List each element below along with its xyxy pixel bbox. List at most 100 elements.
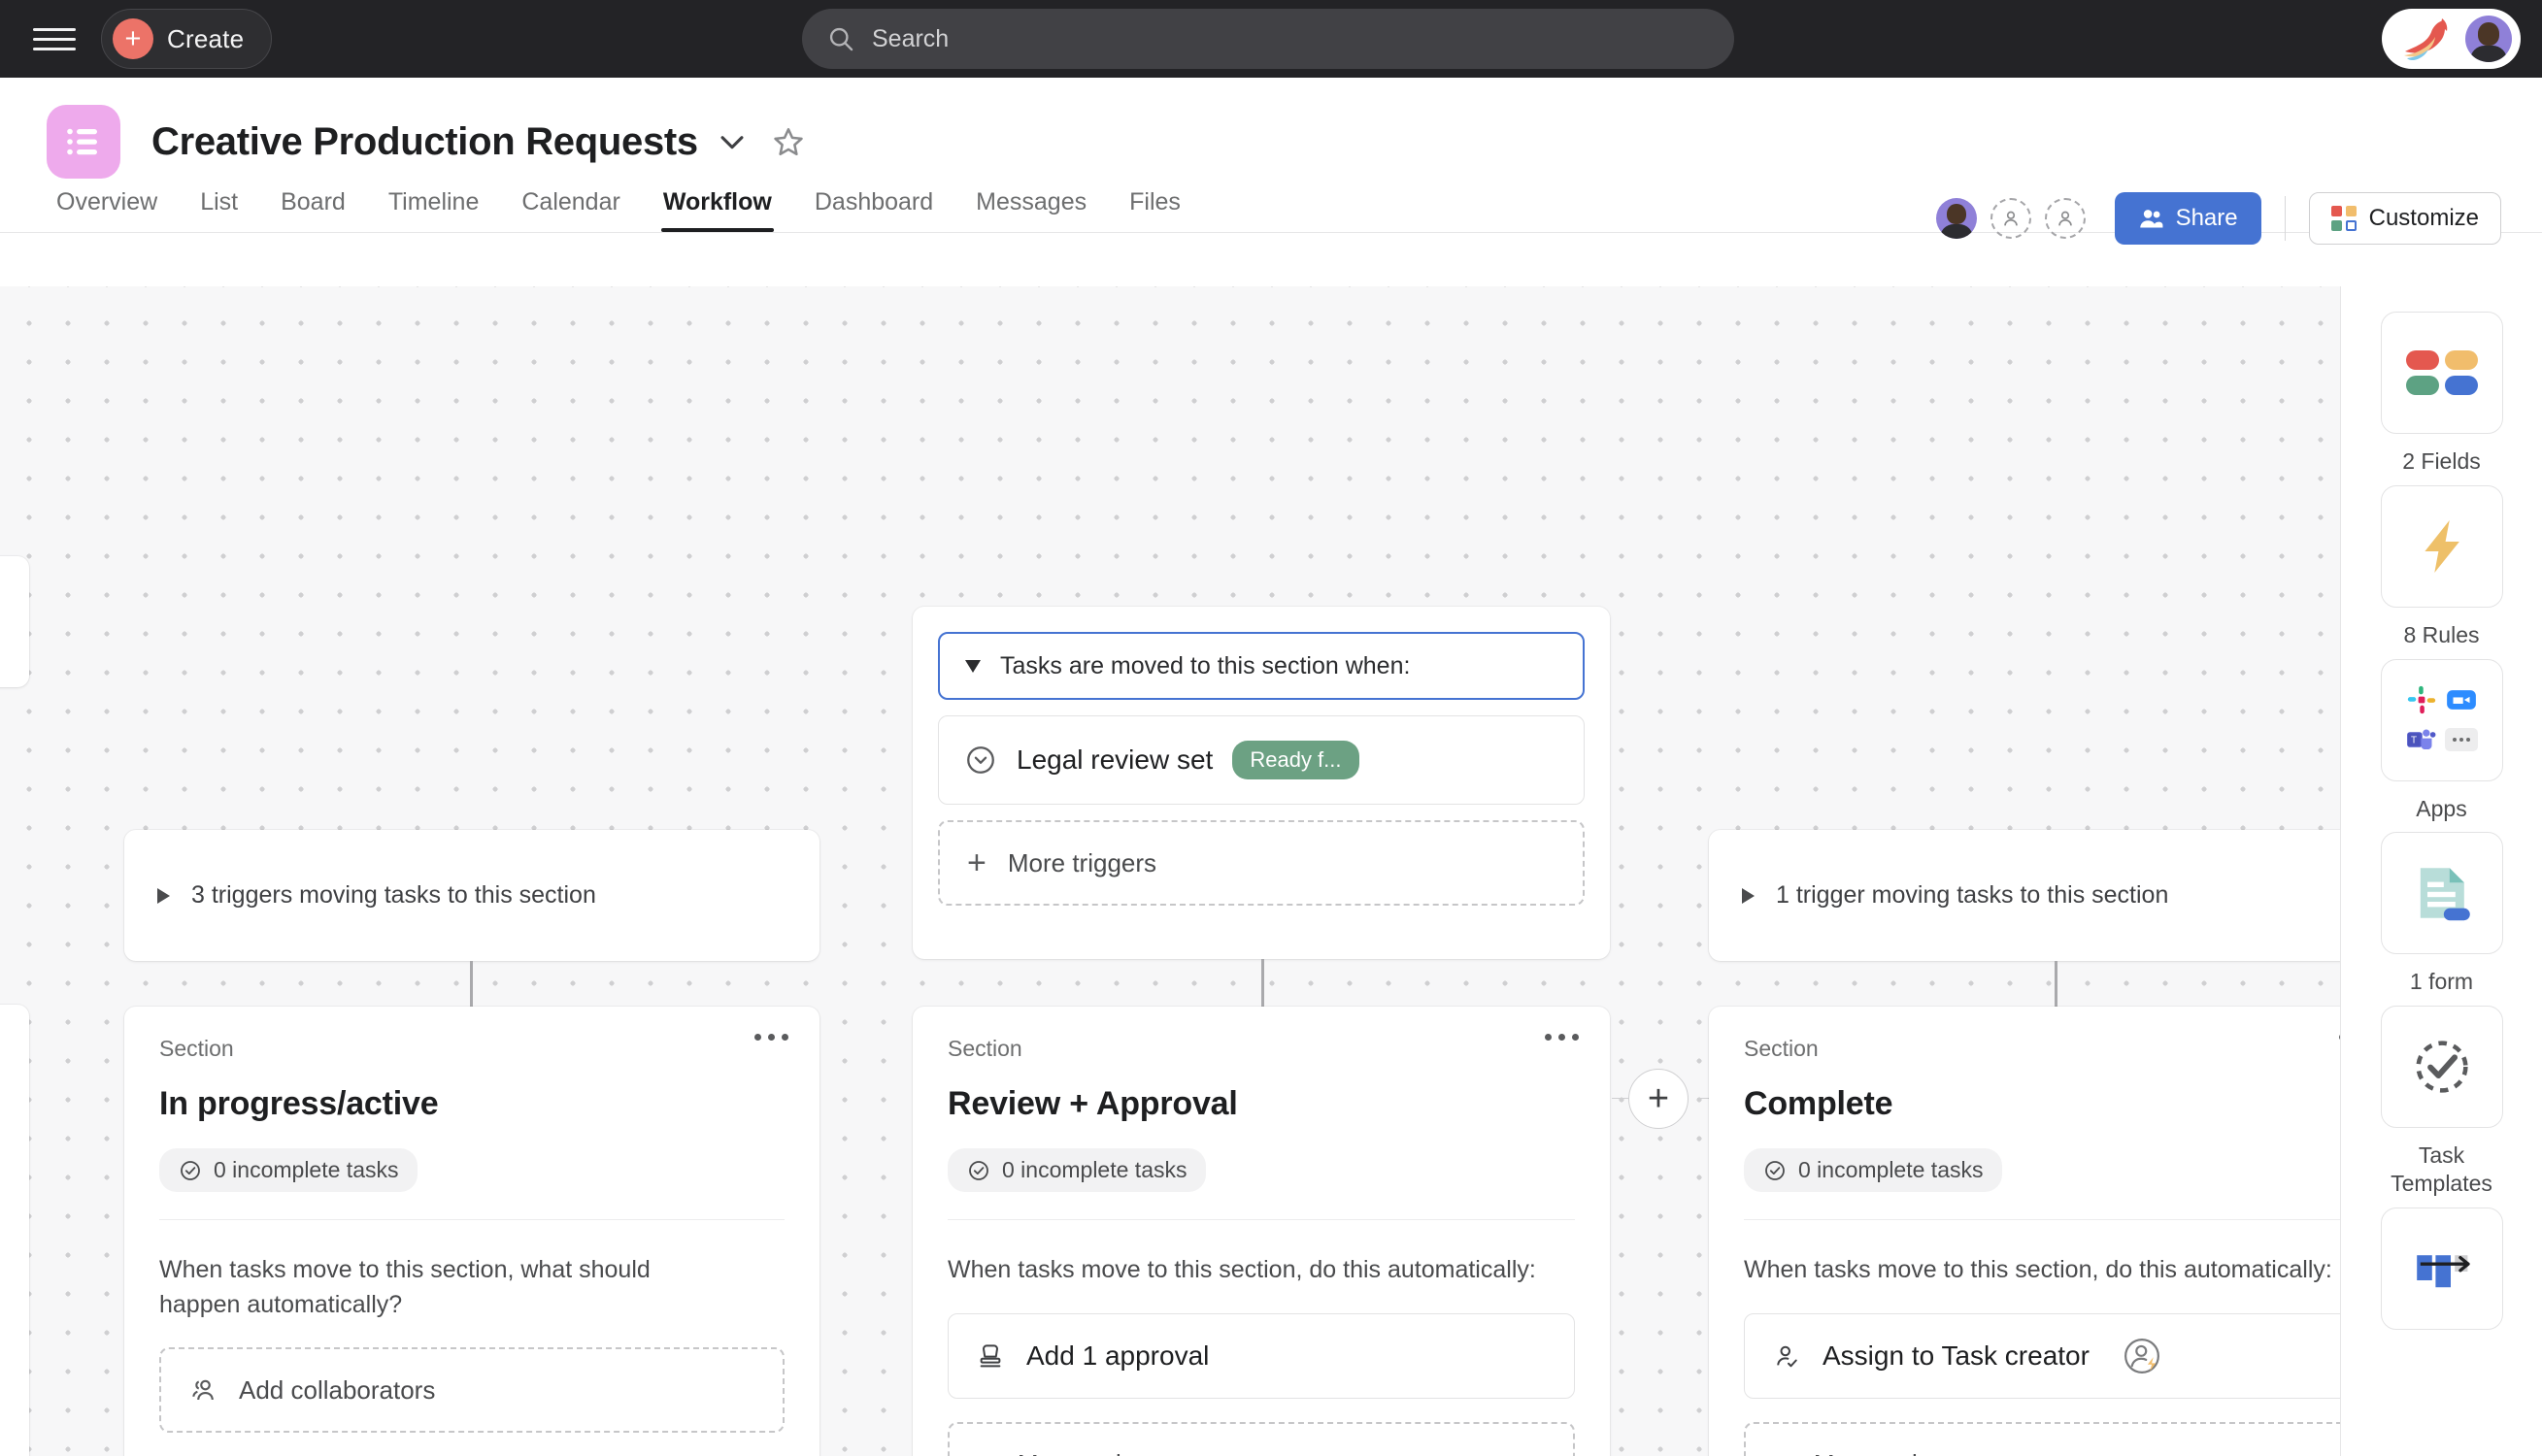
action-more-actions-3[interactable]: + More actions bbox=[1744, 1421, 2369, 1456]
search-input[interactable]: Search bbox=[802, 9, 1734, 69]
person-check-icon bbox=[1777, 1345, 1797, 1367]
trigger-summary-label-1: 3 triggers moving tasks to this section bbox=[191, 881, 596, 909]
right-sidebar: 2 Fields 8 Rules T Apps 1 form Task Temp… bbox=[2340, 286, 2542, 1456]
stamp-icon bbox=[980, 1343, 1001, 1367]
avatar[interactable] bbox=[2465, 16, 2512, 62]
rail-item-form[interactable]: 1 form bbox=[2380, 832, 2503, 996]
share-button[interactable]: Share bbox=[2114, 192, 2261, 245]
section-card-in-progress[interactable]: Section In progress/active 0 incomplete … bbox=[124, 1007, 819, 1456]
trigger-summary-toggle-1[interactable]: 3 triggers moving tasks to this section bbox=[124, 830, 819, 961]
section-menu-button[interactable] bbox=[754, 1034, 788, 1041]
create-button[interactable]: + Create bbox=[101, 9, 273, 69]
invite-member-button[interactable] bbox=[1990, 198, 2031, 239]
section-prompt: When tasks move to this section, do this… bbox=[1744, 1256, 2332, 1283]
apps-tile: T bbox=[2380, 658, 2503, 781]
bolt-icon bbox=[2424, 519, 2459, 573]
trigger-panel-header-label: Tasks are moved to this section when: bbox=[1000, 651, 1411, 679]
tab-workflow[interactable]: Workflow bbox=[642, 188, 793, 232]
rail-label: 8 Rules bbox=[2403, 621, 2480, 647]
action-label: More actions bbox=[1814, 1449, 1958, 1456]
person-icon bbox=[2003, 211, 2018, 226]
rail-label: Task Templates bbox=[2391, 1142, 2492, 1196]
action-add-collaborators[interactable]: Add collaborators bbox=[159, 1347, 785, 1433]
check-circle-icon bbox=[969, 1160, 988, 1180]
more-triggers-button[interactable]: + More triggers bbox=[938, 820, 1585, 906]
flow-arrow-line-3 bbox=[2055, 961, 2057, 1013]
trigger-summary-toggle-2[interactable]: 1 trigger moving tasks to this section bbox=[1709, 830, 2404, 961]
trigger-panel-header[interactable]: Tasks are moved to this section when: bbox=[938, 632, 1585, 700]
trigger-panel-card[interactable]: Tasks are moved to this section when: Le… bbox=[913, 607, 1610, 959]
form-tile bbox=[2380, 832, 2503, 955]
action-label: More actions bbox=[1018, 1449, 1162, 1456]
section-count-label: 0 incomplete tasks bbox=[214, 1157, 399, 1182]
svg-text:T: T bbox=[2411, 736, 2417, 746]
phoenix-icon bbox=[2404, 18, 2448, 60]
chevron-right-icon bbox=[1742, 887, 1755, 904]
rail-item-bundle[interactable] bbox=[2380, 1207, 2503, 1343]
trigger-item-legal-review[interactable]: Legal review set Ready f... bbox=[938, 715, 1585, 805]
tab-overview[interactable]: Overview bbox=[35, 188, 179, 232]
hamburger-icon[interactable] bbox=[33, 17, 76, 60]
customize-button[interactable]: Customize bbox=[2308, 192, 2501, 245]
trigger-summary-card-1[interactable]: 3 triggers moving tasks to this section bbox=[124, 830, 819, 961]
action-add-approval[interactable]: Add 1 approval bbox=[948, 1312, 1575, 1399]
bundle-tile bbox=[2380, 1207, 2503, 1330]
check-circle-icon bbox=[1765, 1160, 1785, 1180]
chevron-right-icon bbox=[157, 887, 170, 904]
page-title: Creative Production Requests bbox=[151, 119, 698, 163]
workflow-canvas[interactable]: 3 triggers moving tasks to this section … bbox=[0, 286, 2542, 1456]
section-menu-button[interactable] bbox=[1545, 1034, 1579, 1041]
section-title: Review + Approval bbox=[948, 1085, 1238, 1122]
tab-files[interactable]: Files bbox=[1108, 188, 1202, 232]
chevron-down-icon[interactable] bbox=[716, 125, 749, 158]
rail-item-apps[interactable]: T Apps bbox=[2380, 658, 2503, 823]
flow-arrow-line-2 bbox=[1261, 959, 1264, 1013]
rail-item-task-templates[interactable]: Task Templates bbox=[2374, 1006, 2510, 1198]
status-badge: 0 incomplete tasks bbox=[948, 1148, 1207, 1192]
people-icon bbox=[192, 1379, 214, 1401]
grid-icon bbox=[2330, 206, 2357, 231]
member-avatars bbox=[1935, 198, 2086, 239]
section-card-complete[interactable]: Section Complete 0 incomplete tasks When… bbox=[1709, 1007, 2404, 1456]
invite-member-button-2[interactable] bbox=[2044, 198, 2086, 239]
customize-button-label: Customize bbox=[2368, 205, 2479, 231]
plus-icon: + bbox=[967, 844, 987, 881]
account-pill[interactable] bbox=[2382, 9, 2521, 69]
section-title: In progress/active bbox=[159, 1085, 439, 1122]
search-icon bbox=[829, 27, 853, 51]
ellipsis-icon bbox=[2445, 728, 2478, 751]
plus-icon: + bbox=[113, 18, 153, 59]
trigger-summary-card-2[interactable]: 1 trigger moving tasks to this section bbox=[1709, 830, 2404, 961]
tab-board[interactable]: Board bbox=[259, 188, 367, 232]
search-placeholder: Search bbox=[872, 24, 950, 52]
tab-dashboard[interactable]: Dashboard bbox=[793, 188, 954, 232]
action-assign-task-creator[interactable]: Assign to Task creator bbox=[1744, 1312, 2369, 1399]
section-card-review-approval[interactable]: Section Review + Approval 0 incomplete t… bbox=[913, 1007, 1610, 1456]
action-more-actions-2[interactable]: + More actions bbox=[948, 1421, 1575, 1456]
rail-label: 2 Fields bbox=[2402, 448, 2481, 474]
chevron-circle-icon bbox=[967, 746, 994, 774]
bundle-icon bbox=[2416, 1254, 2470, 1287]
section-card-offscreen[interactable] bbox=[0, 1005, 29, 1456]
section-kicker: Section bbox=[948, 1036, 1022, 1061]
fields-tile bbox=[2380, 312, 2503, 434]
tab-list[interactable]: List bbox=[179, 188, 259, 232]
teams-icon: T bbox=[2407, 729, 2436, 750]
trigger-summary-label-2: 1 trigger moving tasks to this section bbox=[1776, 881, 2169, 909]
rail-item-fields[interactable]: 2 Fields bbox=[2380, 312, 2503, 476]
person-bolt-icon bbox=[2124, 1338, 2159, 1373]
tab-messages[interactable]: Messages bbox=[954, 188, 1108, 232]
rail-item-rules[interactable]: 8 Rules bbox=[2380, 484, 2503, 649]
trigger-card-offscreen[interactable] bbox=[0, 556, 29, 687]
tab-timeline[interactable]: Timeline bbox=[367, 188, 501, 232]
section-prompt: When tasks move to this section, what sh… bbox=[159, 1256, 651, 1318]
create-button-label: Create bbox=[167, 23, 245, 53]
chevron-down-icon bbox=[965, 659, 981, 673]
star-icon[interactable] bbox=[772, 125, 805, 158]
flow-arrow-line-1 bbox=[470, 961, 473, 1013]
avatar[interactable] bbox=[1935, 198, 1977, 239]
add-section-button[interactable]: + bbox=[1628, 1069, 1689, 1129]
apps-icon: T bbox=[2405, 683, 2478, 756]
tab-calendar[interactable]: Calendar bbox=[500, 188, 641, 232]
section-count-label: 0 incomplete tasks bbox=[1002, 1157, 1187, 1182]
